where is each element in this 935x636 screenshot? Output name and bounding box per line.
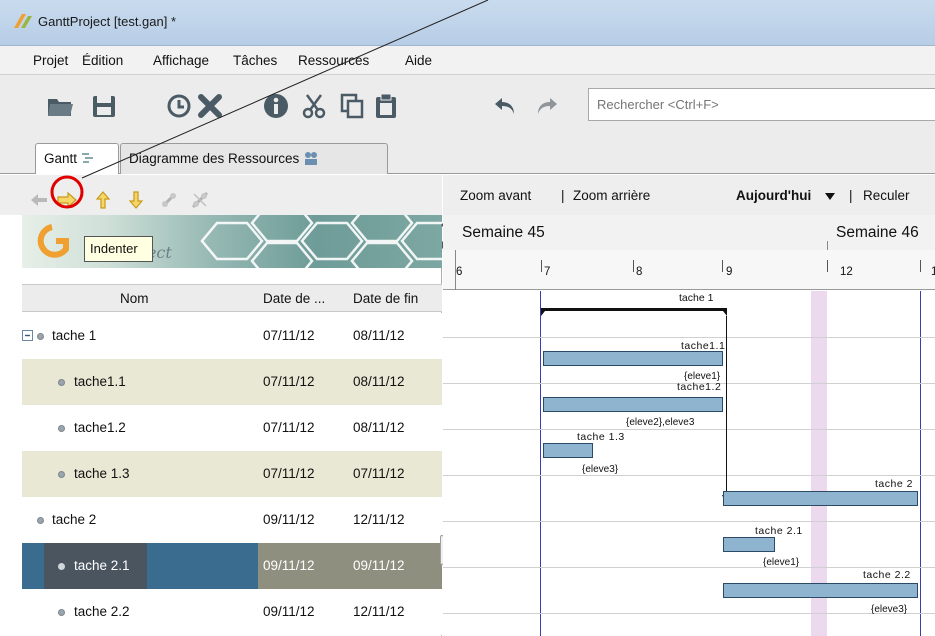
annotation-pointer-line	[81, 0, 489, 179]
indent-tooltip: Indenter	[84, 236, 153, 262]
annotation-circle	[50, 175, 84, 209]
annotation-overlay	[50, 0, 489, 209]
